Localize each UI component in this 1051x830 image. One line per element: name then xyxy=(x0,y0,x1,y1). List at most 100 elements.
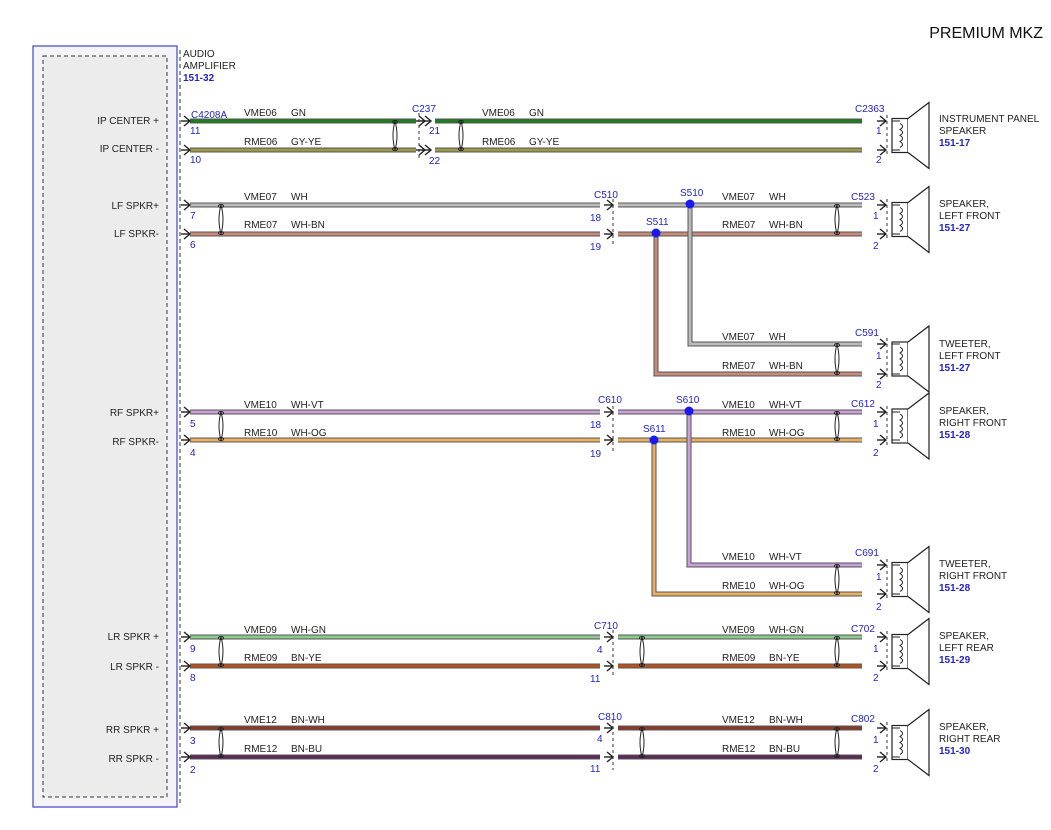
speaker-name-line1: SPEAKER, xyxy=(939,199,989,210)
speaker-connector-label: C802 xyxy=(851,714,875,725)
speaker-pin: 2 xyxy=(876,380,882,391)
amp-pin-number: 11 xyxy=(190,126,201,137)
audio-amplifier: AUDIO AMPLIFIER 151-32 C4208A xyxy=(32,45,236,808)
amp-pin-number: 2 xyxy=(190,765,196,776)
connector-pin: 11 xyxy=(590,764,601,775)
twisted-pair-mark xyxy=(834,564,840,596)
speaker-pin: 2 xyxy=(873,241,879,252)
speaker-name-line2: SPEAKER xyxy=(939,126,986,137)
speaker-connector-label: C691 xyxy=(855,548,879,559)
speaker-cone xyxy=(907,185,930,254)
pin-label-lf-spkr-plus: LF SPKR+ xyxy=(111,201,159,212)
circuit-id: RME06 xyxy=(482,137,516,148)
speaker-cone xyxy=(907,101,930,170)
circuit-id: VME09 xyxy=(244,625,277,636)
amp-pin-number: 6 xyxy=(190,240,196,251)
speaker-name-line1: INSTRUMENT PANEL xyxy=(939,114,1040,125)
speaker-pin: 1 xyxy=(873,644,879,655)
speaker-connector-label: C591 xyxy=(855,328,879,339)
splice-s511-label: S511 xyxy=(646,217,669,228)
circuit-color: BN-WH xyxy=(291,715,325,726)
connector-pin: 4 xyxy=(597,734,603,745)
circuit-id: RME12 xyxy=(244,744,278,755)
speaker-pin: 1 xyxy=(876,351,882,362)
speaker-names: INSTRUMENT PANEL SPEAKER 151-17 SPEAKER,… xyxy=(939,114,1040,757)
splice-s511-dot xyxy=(651,228,661,238)
speaker-cone xyxy=(907,545,930,614)
amplifier-pin-numbers: 11 10 7 6 5 4 9 8 3 2 xyxy=(190,126,202,776)
speaker-pin: 2 xyxy=(876,155,882,166)
twisted-pair-mark xyxy=(834,727,840,759)
speaker-pin: 2 xyxy=(873,673,879,684)
amp-pin-number: 10 xyxy=(190,155,202,166)
splice-s611-label: S611 xyxy=(643,424,666,435)
splice-s510-label: S510 xyxy=(680,188,704,199)
circuit-color: GY-YE xyxy=(291,137,322,148)
wire-outline xyxy=(653,233,862,377)
splice-s611-dot xyxy=(649,435,659,445)
splice-s610-dot xyxy=(684,406,694,416)
circuit-color: BN-YE xyxy=(291,653,322,664)
circuit-id: VME06 xyxy=(482,108,515,119)
amp-pin-number: 3 xyxy=(190,736,196,747)
wire-wh-og xyxy=(652,440,862,596)
twisted-pair-mark xyxy=(834,343,840,376)
circuit-color: BN-WH xyxy=(769,715,803,726)
wire-outline xyxy=(651,440,862,597)
speaker-connector-label: C523 xyxy=(851,192,875,203)
speaker-pin: 1 xyxy=(873,735,879,746)
connector-c610-label: C610 xyxy=(598,395,622,406)
speaker-cone xyxy=(907,391,930,461)
connector-pin: 18 xyxy=(590,213,602,224)
circuit-color: WH-OG xyxy=(769,428,805,439)
amp-pin-number: 7 xyxy=(190,211,196,222)
pin-label-lr-spkr-plus: LR SPKR + xyxy=(108,632,160,643)
connector-c710-label: C710 xyxy=(594,621,618,632)
pin-label-lr-spkr-minus: LR SPKR - xyxy=(110,662,159,673)
speaker-pin: 1 xyxy=(873,211,879,222)
pin-label-rr-spkr-minus: RR SPKR - xyxy=(108,754,159,765)
pin-label-rf-spkr-plus: RF SPKR+ xyxy=(110,408,159,419)
speaker-name-line2: LEFT REAR xyxy=(939,643,994,654)
twisted-pair-mark xyxy=(834,411,840,442)
circuit-id: RME09 xyxy=(722,653,756,664)
speaker-ref: 151-29 xyxy=(939,655,971,666)
twisted-pair-mark xyxy=(834,636,840,668)
twisted-pair-mark xyxy=(639,636,645,668)
twisted-pair-mark xyxy=(218,411,224,442)
speaker-symbols xyxy=(886,101,930,777)
circuit-color: WH-BN xyxy=(769,361,803,372)
circuit-color: BN-YE xyxy=(769,653,800,664)
twisted-pair-mark xyxy=(458,120,464,152)
connector-pin: 19 xyxy=(590,449,602,460)
connector-c510-label: C510 xyxy=(594,190,618,201)
pin-label-lf-spkr-minus: LF SPKR- xyxy=(114,229,159,240)
speaker-connector-label: C612 xyxy=(851,399,875,410)
circuit-color: WH-BN xyxy=(769,220,803,231)
circuit-color: GN xyxy=(291,108,306,119)
circuit-color: BN-BU xyxy=(291,744,322,755)
speaker-name-line2: LEFT FRONT xyxy=(939,211,1000,222)
circuit-id: VME07 xyxy=(722,332,755,343)
circuit-id: RME07 xyxy=(722,220,756,231)
speaker-ref: 151-30 xyxy=(939,746,971,757)
circuit-color: WH xyxy=(769,332,786,343)
amplifier-ref: 151-32 xyxy=(183,73,215,84)
amp-pin-number: 8 xyxy=(190,673,196,684)
speaker-pin: 1 xyxy=(876,126,882,137)
splices: S510 S511 S610 S611 xyxy=(643,188,704,445)
circuit-color: WH xyxy=(769,192,786,203)
splice-s510-dot xyxy=(685,199,695,209)
circuit-color: WH-BN xyxy=(291,220,325,231)
wiring-diagram: PREMIUM MKZ AUDIO AMPLIFIER 151-32 C4208… xyxy=(32,25,1043,808)
speaker-ref: 151-17 xyxy=(939,138,971,149)
connector-pin: 22 xyxy=(429,156,441,167)
pin-label-rf-spkr-minus: RF SPKR- xyxy=(112,437,159,448)
circuit-color: WH-GN xyxy=(291,625,326,636)
circuit-color: WH-VT xyxy=(769,552,802,563)
amplifier-inner-dashed xyxy=(42,55,168,798)
pin-label-rr-spkr-plus: RR SPKR + xyxy=(106,725,159,736)
twisted-pair-mark xyxy=(834,204,840,236)
circuit-id: RME10 xyxy=(722,581,756,592)
circuit-color: WH-VT xyxy=(769,400,802,411)
